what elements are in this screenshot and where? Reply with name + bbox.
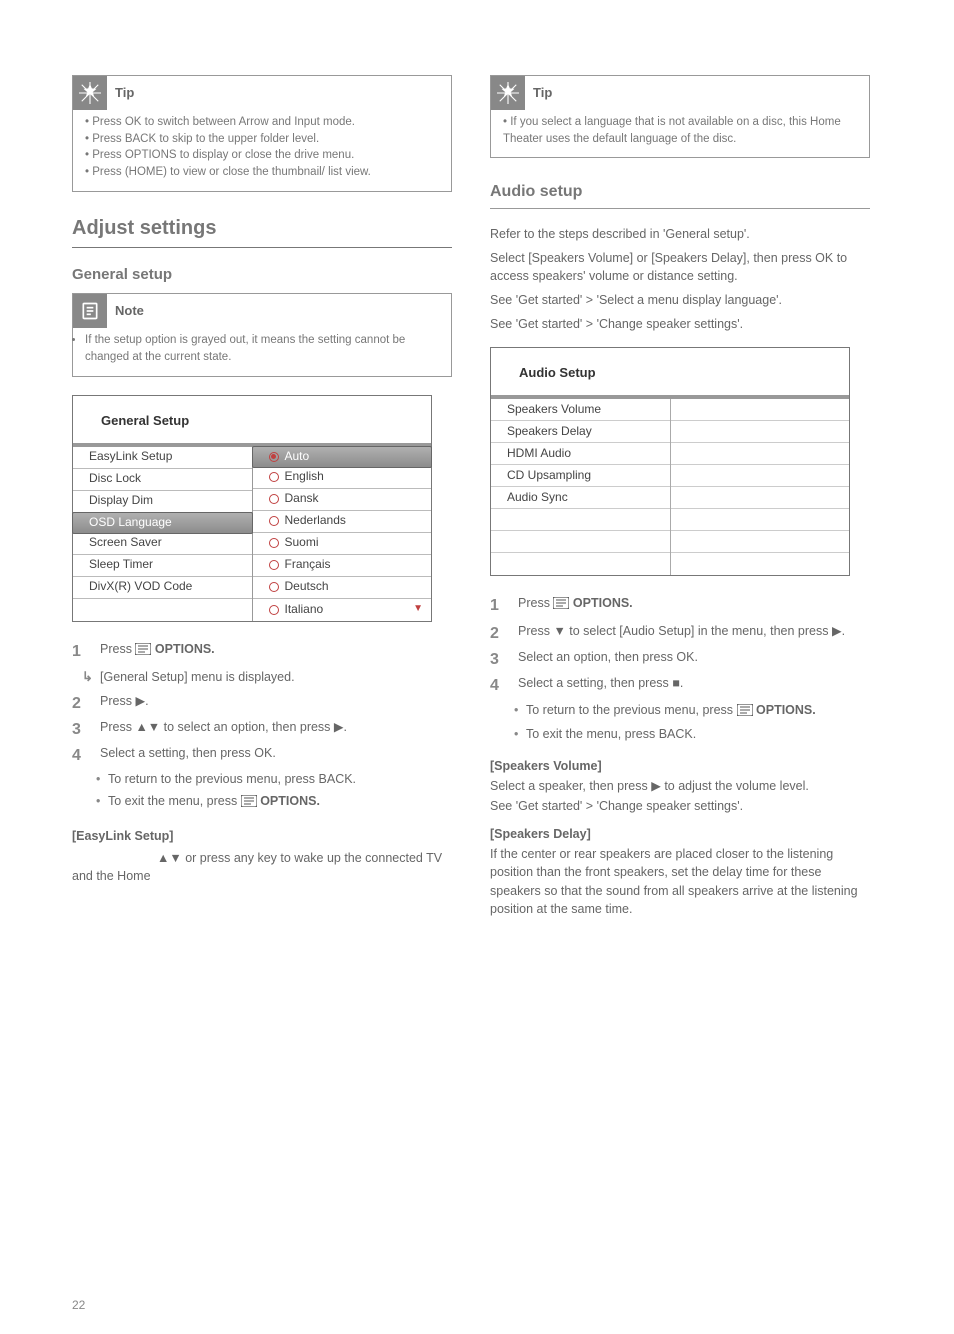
lang-option-italiano[interactable]: Italiano▼ [253, 599, 432, 621]
menu-blank [491, 531, 670, 553]
step-bullet-back: To return to the previous menu, press BA… [72, 770, 452, 788]
radio-filled-icon [269, 452, 279, 462]
section-audio-setup: Audio setup [490, 180, 870, 208]
right-arrow-icon: ▶ [832, 624, 842, 638]
easylink-row: ▲▼ or press any key to wake up the conne… [72, 849, 452, 885]
page-number: 22 [72, 1297, 85, 1314]
radio-icon [269, 582, 279, 592]
down-arrow-icon: ▼ [553, 624, 565, 638]
intro-text: Select [Speakers Volume] or [Speakers De… [490, 249, 870, 285]
tip-star-icon [73, 76, 107, 110]
menu-item-hdmi-audio[interactable]: HDMI Audio [491, 443, 670, 465]
step-4: Select a setting, then press OK. [72, 744, 452, 762]
tip-item: If you select a language that is not ava… [503, 114, 857, 147]
intro-text: See 'Get started' > 'Select a menu displ… [490, 291, 870, 309]
step-1: Press OPTIONS. [490, 594, 870, 614]
options-button-icon [241, 794, 257, 812]
general-setup-steps: Press OPTIONS. [72, 640, 452, 660]
note-title: Note [115, 302, 144, 321]
menu-item-blank [73, 599, 252, 621]
scroll-down-icon[interactable]: ▼ [413, 602, 423, 617]
updown-arrow-icon: ▲▼ [135, 720, 160, 734]
menu-item-speakers-volume[interactable]: Speakers Volume [491, 399, 670, 421]
menu-title: Audio Setup [491, 348, 849, 395]
tip-item: Press OK to switch between Arrow and Inp… [85, 114, 439, 131]
menu-item-display-dim[interactable]: Display Dim [73, 491, 252, 513]
lang-option-francais[interactable]: Français [253, 555, 432, 577]
menu-blank [491, 553, 670, 575]
speakers-volume-ref: See 'Get started' > 'Change speaker sett… [490, 797, 870, 815]
speakers-delay-desc: [Speakers Delay] [490, 825, 870, 843]
updown-arrow-icon: ▲▼ [157, 851, 182, 865]
menu-item-speakers-delay[interactable]: Speakers Delay [491, 421, 670, 443]
options-button-icon [553, 596, 569, 614]
lang-option-english[interactable]: English [253, 467, 432, 489]
note-body: If the setup option is grayed out, it me… [73, 328, 451, 375]
right-arrow-icon: ▶ [135, 694, 145, 708]
radio-icon [269, 516, 279, 526]
lang-option-auto[interactable]: Auto [252, 446, 433, 468]
tip-body: Press OK to switch between Arrow and Inp… [73, 110, 451, 191]
note-page-icon [73, 294, 107, 328]
audio-setup-steps: Press OPTIONS. Press ▼ to select [Audio … [490, 594, 870, 693]
radio-icon [269, 538, 279, 548]
tip-box: Tip If you select a language that is not… [490, 75, 870, 158]
speakers-delay-text: If the center or rear speakers are place… [490, 845, 870, 918]
step-3: Press ▲▼ to select an option, then press… [72, 718, 452, 736]
tip-box: Tip Press OK to switch between Arrow and… [72, 75, 452, 192]
lang-option-suomi[interactable]: Suomi [253, 533, 432, 555]
step-1-result: [General Setup] menu is displayed. [72, 668, 452, 686]
tip-body: If you select a language that is not ava… [491, 110, 869, 157]
step-1: Press OPTIONS. [72, 640, 452, 660]
general-setup-menu: General Setup EasyLink Setup Disc Lock D… [72, 395, 432, 622]
radio-icon [269, 494, 279, 504]
menu-item-screen-saver[interactable]: Screen Saver [73, 533, 252, 555]
note-box: Note If the setup option is grayed out, … [72, 293, 452, 376]
menu-item-audio-sync[interactable]: Audio Sync [491, 487, 670, 509]
options-button-icon [737, 703, 753, 721]
step-3: Select an option, then press OK. [490, 648, 870, 666]
lang-option-nederlands[interactable]: Nederlands [253, 511, 432, 533]
menu-item-cd-upsampling[interactable]: CD Upsampling [491, 465, 670, 487]
menu-item-sleep-timer[interactable]: Sleep Timer [73, 555, 252, 577]
menu-title: General Setup [73, 396, 431, 443]
tip-item: Press (HOME) to view or close the thumbn… [85, 164, 439, 181]
radio-icon [269, 605, 279, 615]
menu-item-divx-vod[interactable]: DivX(R) VOD Code [73, 577, 252, 599]
speakers-volume-text: Select a speaker, then press ▶ to adjust… [490, 777, 870, 795]
step-bullet-exit: To exit the menu, press OPTIONS. [72, 792, 452, 812]
menu-item-osd-language[interactable]: OSD Language [72, 512, 253, 534]
step-4: Select a setting, then press ■. [490, 674, 870, 692]
step-bullet-return: To return to the previous menu, press OP… [490, 701, 870, 721]
note-item: If the setup option is grayed out, it me… [85, 332, 439, 365]
menu-blank [491, 509, 670, 531]
subsection-general-setup: General setup [72, 264, 452, 286]
lang-option-dansk[interactable]: Dansk [253, 489, 432, 511]
step-bullet-exit: To exit the menu, press BACK. [490, 725, 870, 743]
easylink-setup-desc: [EasyLink Setup] [72, 827, 452, 845]
tip-item: Press OPTIONS to display or close the dr… [85, 147, 439, 164]
intro-text: Refer to the steps described in 'General… [490, 225, 870, 243]
radio-icon [269, 560, 279, 570]
speakers-volume-desc: [Speakers Volume] [490, 757, 870, 775]
audio-setup-menu: Audio Setup Speakers Volume Speakers Del… [490, 347, 850, 576]
lang-option-deutsch[interactable]: Deutsch [253, 577, 432, 599]
radio-icon [269, 472, 279, 482]
tip-star-icon [491, 76, 525, 110]
menu-item-easylink-setup[interactable]: EasyLink Setup [73, 447, 252, 469]
tip-title: Tip [115, 84, 134, 103]
step-2: Press ▼ to select [Audio Setup] in the m… [490, 622, 870, 640]
tip-title: Tip [533, 84, 552, 103]
options-button-icon [135, 642, 151, 660]
intro-text: See 'Get started' > 'Change speaker sett… [490, 315, 870, 333]
right-arrow-icon: ▶ [651, 779, 661, 793]
section-adjust-settings: Adjust settings [72, 214, 452, 248]
tip-item: Press BACK to skip to the upper folder l… [85, 131, 439, 148]
step-2: Press ▶. [72, 692, 452, 710]
stop-icon: ■ [672, 676, 680, 690]
right-arrow-icon: ▶ [334, 720, 344, 734]
menu-item-disc-lock[interactable]: Disc Lock [73, 469, 252, 491]
